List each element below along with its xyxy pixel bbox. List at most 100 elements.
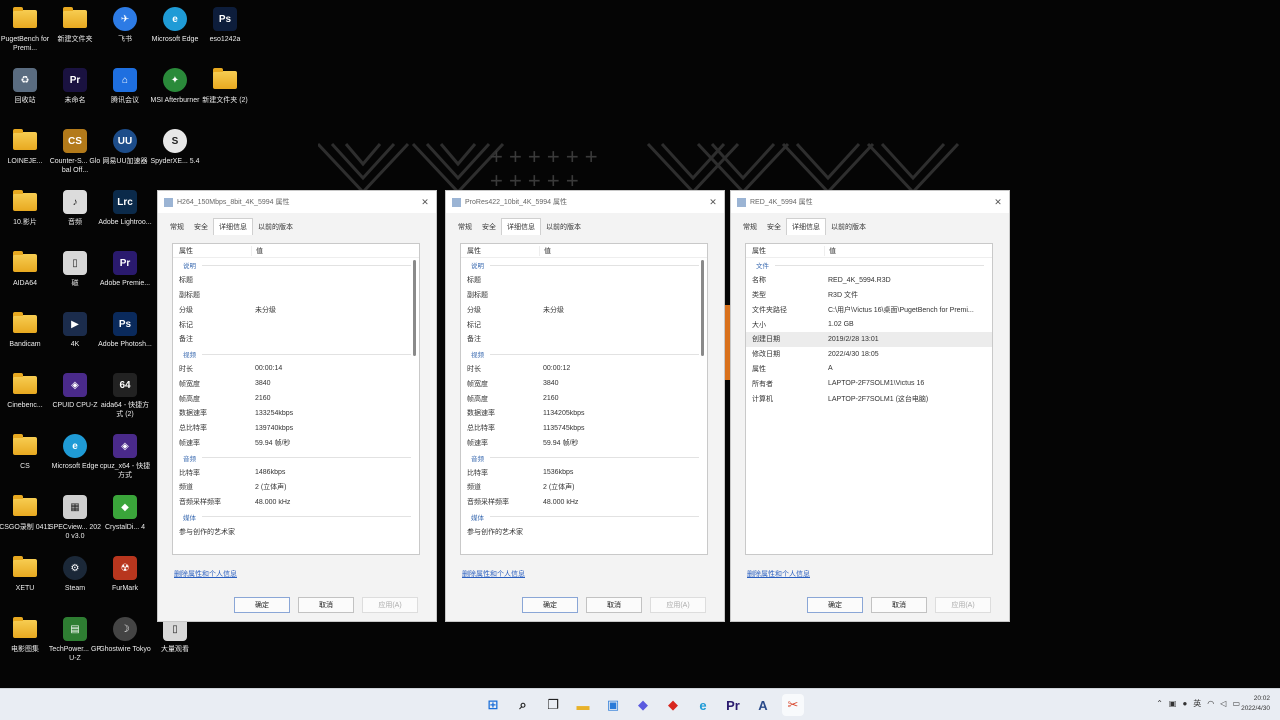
windows-start-icon[interactable]: ⊞	[482, 694, 504, 716]
dialog-tab[interactable]: 常规	[453, 219, 477, 235]
tray-app-icon[interactable]: ▣	[1169, 699, 1177, 708]
chevron-up-icon[interactable]: ⌃	[1156, 699, 1163, 708]
search-icon[interactable]: ⌕	[512, 694, 534, 716]
property-row[interactable]: 副标题	[173, 288, 419, 303]
chat-icon[interactable]: ◆	[632, 694, 654, 716]
desktop-icon[interactable]: ✈ 飞书	[98, 2, 152, 60]
value-column-header[interactable]: 值	[539, 245, 707, 256]
desktop-icon[interactable]: ▤ TechPower... GPU-Z	[48, 612, 102, 670]
property-row[interactable]: 时长 00:00:14	[173, 362, 419, 377]
property-row[interactable]: 创建日期 2019/2/28 13:01	[746, 331, 992, 347]
close-icon[interactable]: ✕	[702, 197, 724, 208]
desktop-icon[interactable]: ▯ 磁	[48, 246, 102, 304]
cancel-button[interactable]: 取消	[586, 597, 642, 613]
property-row[interactable]: 名称 RED_4K_5994.R3D	[746, 273, 992, 288]
desktop-icon[interactable]: ◆ CrystalDi... 4	[98, 490, 152, 548]
property-row[interactable]: 帧速率 59.94 帧/秒	[173, 436, 419, 451]
property-row[interactable]: 文件夹路径 C:\用户\Victus 16\桌面\PugetBench for P…	[746, 302, 992, 317]
desktop-icon[interactable]: S SpyderXE... 5.4	[148, 124, 202, 182]
desktop-icon[interactable]: 64 aida64 - 快捷方式 (2)	[98, 368, 152, 426]
property-row[interactable]: 所有者 LAPTOP-2F7SOLM1\Victus 16	[746, 376, 992, 391]
desktop-icon[interactable]: Bandicam	[0, 307, 52, 365]
battery-icon[interactable]: ▭	[1232, 699, 1240, 708]
property-row[interactable]: 标记	[461, 317, 707, 332]
desktop-icon[interactable]: ♻ 回收站	[0, 63, 52, 121]
desktop-icon[interactable]: ⌂ 腾讯会议	[98, 63, 152, 121]
property-row[interactable]: 副标题	[461, 288, 707, 303]
property-row[interactable]: 类型 R3D 文件	[746, 288, 992, 303]
property-row[interactable]: 帧高度 2160	[173, 391, 419, 406]
property-row[interactable]: 备注	[461, 332, 707, 347]
ime-icon[interactable]: 英	[1193, 698, 1201, 709]
desktop-icon[interactable]: Pr Adobe Premie...	[98, 246, 152, 304]
property-row[interactable]: 计算机 LAPTOP-2F7SOLM1 (这台电脑)	[746, 391, 992, 406]
property-row[interactable]: 帧高度 2160	[461, 391, 707, 406]
file-explorer-icon[interactable]: ▬	[572, 694, 594, 716]
dialog-tab[interactable]: 常规	[165, 219, 189, 235]
dialog-tab[interactable]: 安全	[189, 219, 213, 235]
desktop-icon[interactable]: 电影图集	[0, 612, 52, 670]
desktop-icon[interactable]: Lrc Adobe Lightroo...	[98, 185, 152, 243]
desktop-icon[interactable]: ▦ SPECview... 2020 v3.0	[48, 490, 102, 548]
premiere-icon[interactable]: Pr	[722, 694, 744, 716]
close-icon[interactable]: ✕	[987, 197, 1009, 208]
desktop-icon[interactable]: Pr 未命名	[48, 63, 102, 121]
property-row[interactable]: 标题	[173, 273, 419, 288]
close-icon[interactable]: ✕	[414, 197, 436, 208]
property-row[interactable]: 修改日期 2022/4/30 18:05	[746, 347, 992, 362]
property-row[interactable]: 总比特率 1135745kbps	[461, 421, 707, 436]
property-row[interactable]: 音频采样频率 48.000 kHz	[461, 495, 707, 510]
property-row[interactable]: 比特率 1536kbps	[461, 465, 707, 480]
desktop-icon[interactable]: ☽ Ghostwire Tokyo	[98, 612, 152, 670]
desktop-icon[interactable]: AIDA64	[0, 246, 52, 304]
desktop-icon[interactable]: ☢ FurMark	[98, 551, 152, 609]
desktop-icon[interactable]: ♪ 音频	[48, 185, 102, 243]
dialog-tab[interactable]: 以前的版本	[541, 219, 586, 235]
edge-icon[interactable]: e	[692, 694, 714, 716]
value-column-header[interactable]: 值	[251, 245, 419, 256]
desktop-icon[interactable]: UU 网易UU加速器	[98, 124, 152, 182]
vertical-scrollbar-thumb[interactable]	[701, 260, 704, 356]
red-app-icon[interactable]: ◆	[662, 694, 684, 716]
dialog-tab[interactable]: 以前的版本	[826, 219, 871, 235]
desktop-icon[interactable]: 新建文件夹	[48, 2, 102, 60]
desktop-icon[interactable]: ✦ MSI Afterburner	[148, 63, 202, 121]
desktop-icon[interactable]: XETU	[0, 551, 52, 609]
mic-icon[interactable]: ●	[1182, 699, 1187, 708]
property-column-header[interactable]: 属性	[746, 246, 824, 256]
property-column-header[interactable]: 属性	[173, 246, 251, 256]
value-column-header[interactable]: 值	[824, 245, 992, 256]
vertical-scrollbar-thumb[interactable]	[413, 260, 416, 356]
property-row[interactable]: 频道 2 (立体声)	[173, 480, 419, 495]
property-row[interactable]: 频道 2 (立体声)	[461, 480, 707, 495]
dialog-tab[interactable]: 以前的版本	[253, 219, 298, 235]
desktop-icon[interactable]: PugetBench for Premi...	[0, 2, 52, 60]
remove-properties-link[interactable]: 删除属性和个人信息	[174, 569, 237, 579]
dialog-tab[interactable]: 安全	[477, 219, 501, 235]
property-row[interactable]: 帧速率 59.94 帧/秒	[461, 436, 707, 451]
wifi-icon[interactable]: ◠	[1207, 699, 1214, 708]
property-row[interactable]: 参与创作的艺术家	[461, 524, 707, 539]
dialog-tab[interactable]: 安全	[762, 219, 786, 235]
cancel-button[interactable]: 取消	[871, 597, 927, 613]
desktop-icon[interactable]: ◈ cpuz_x64 - 快捷方式	[98, 429, 152, 487]
desktop-icon[interactable]: ◈ CPUID CPU-Z	[48, 368, 102, 426]
task-view-icon[interactable]: ❐	[542, 694, 564, 716]
property-column-header[interactable]: 属性	[461, 246, 539, 256]
store-icon[interactable]: ▣	[602, 694, 624, 716]
apply-button[interactable]: 应用(A)	[935, 597, 991, 613]
desktop-icon[interactable]: Ps Adobe Photosh...	[98, 307, 152, 365]
property-row[interactable]: 备注	[173, 332, 419, 347]
snipping-tool-icon[interactable]: ✂	[782, 694, 804, 716]
ok-button[interactable]: 确定	[522, 597, 578, 613]
cancel-button[interactable]: 取消	[298, 597, 354, 613]
remove-properties-link[interactable]: 删除属性和个人信息	[747, 569, 810, 579]
property-row[interactable]: 比特率 1486kbps	[173, 465, 419, 480]
property-row[interactable]: 总比特率 139740kbps	[173, 421, 419, 436]
property-row[interactable]: 属性 A	[746, 362, 992, 377]
desktop-icon[interactable]: CS Counter-S... Global Off...	[48, 124, 102, 182]
desktop-icon[interactable]: e Microsoft Edge	[48, 429, 102, 487]
ok-button[interactable]: 确定	[807, 597, 863, 613]
property-row[interactable]: 帧宽度 3840	[173, 376, 419, 391]
apply-button[interactable]: 应用(A)	[650, 597, 706, 613]
